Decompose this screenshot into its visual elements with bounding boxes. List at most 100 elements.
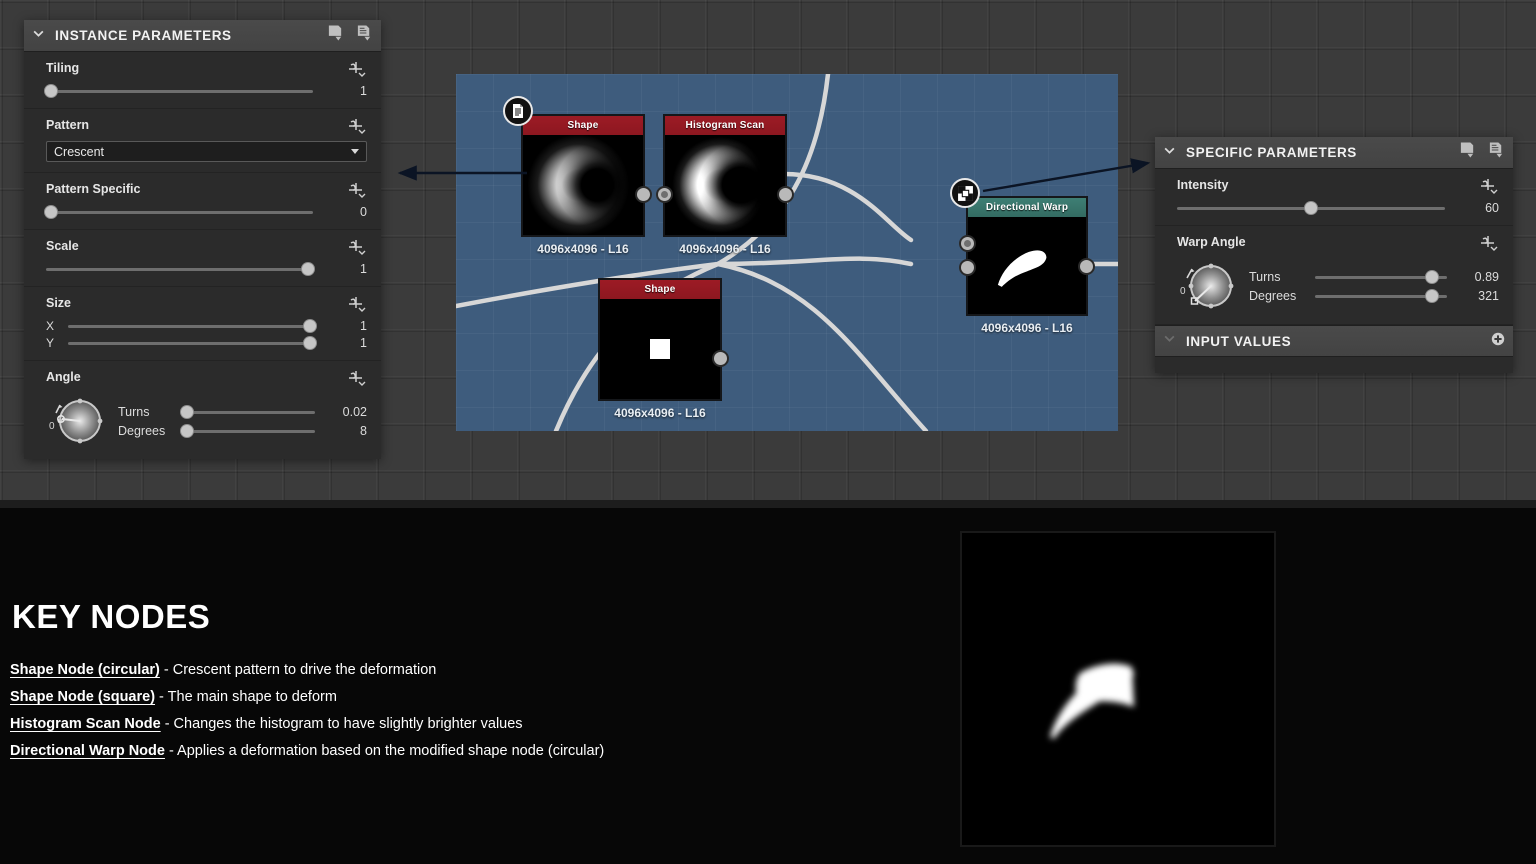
- node-directional-warp[interactable]: Directional Warp 4096x4096 - L16: [966, 196, 1088, 335]
- param-row-scale: Scale 1: [24, 230, 381, 287]
- param-row-tiling: Tiling 1: [24, 52, 381, 109]
- function-graph-icon[interactable]: [347, 181, 367, 206]
- warp-degrees-row: Degrees 321: [1249, 286, 1499, 305]
- param-row-size: Size X 1 Y 1: [24, 287, 381, 361]
- warp-angle-dial[interactable]: 0: [1177, 258, 1237, 314]
- param-row-pattern-specific: Pattern Specific 0: [24, 173, 381, 230]
- chevron-down-icon[interactable]: [351, 149, 359, 154]
- pattern-select[interactable]: Crescent: [46, 141, 367, 162]
- preset-load-icon[interactable]: [356, 24, 373, 47]
- chevron-down-icon[interactable]: [1163, 144, 1176, 162]
- page-title: KEY NODES: [12, 598, 210, 636]
- list-item: Shape Node (square) - The main shape to …: [10, 689, 890, 705]
- preset-load-icon[interactable]: [1488, 141, 1505, 164]
- plus-circle-icon[interactable]: [1491, 332, 1505, 351]
- function-graph-icon[interactable]: [347, 60, 367, 85]
- node-histogram-scan[interactable]: Histogram Scan 4096x4096 - L16: [663, 114, 787, 256]
- angle-degrees-value[interactable]: 8: [323, 424, 367, 438]
- warp-turns-value[interactable]: 0.89: [1455, 270, 1499, 284]
- input-values-title: INPUT VALUES: [1186, 334, 1491, 349]
- function-graph-icon[interactable]: [1479, 177, 1499, 202]
- size-y-slider[interactable]: [68, 336, 315, 350]
- node-caption: 4096x4096 - L16: [966, 321, 1088, 335]
- node-preview-thumbnail: [600, 299, 720, 399]
- angle-dial[interactable]: 0: [46, 393, 106, 449]
- list-item: Shape Node (circular) - Crescent pattern…: [10, 662, 890, 678]
- tiling-value[interactable]: 1: [323, 84, 367, 98]
- warp-degrees-label: Degrees: [1249, 289, 1307, 303]
- node-preview-thumbnail: [665, 135, 785, 235]
- size-x-slider[interactable]: [68, 319, 315, 333]
- key-node-desc: - Changes the histogram to have slightly…: [161, 716, 523, 732]
- node-input-port[interactable]: [656, 186, 673, 203]
- function-graph-icon[interactable]: [347, 117, 367, 142]
- preset-save-icon[interactable]: [1459, 141, 1476, 164]
- chevron-down-icon[interactable]: [32, 27, 45, 45]
- node-input-port-source[interactable]: [959, 259, 976, 276]
- angle-turns-value[interactable]: 0.02: [323, 405, 367, 419]
- specific-panel-header[interactable]: SPECIFIC PARAMETERS: [1155, 137, 1513, 169]
- size-x-row: X 1: [46, 319, 367, 333]
- param-label: Angle: [46, 370, 367, 384]
- size-y-value[interactable]: 1: [323, 336, 367, 350]
- checker-badge-icon[interactable]: [950, 178, 980, 208]
- angle-degrees-slider[interactable]: [184, 424, 315, 438]
- input-values-header[interactable]: INPUT VALUES: [1155, 325, 1513, 357]
- param-label: Scale: [46, 239, 367, 253]
- pattern-specific-slider[interactable]: [46, 205, 313, 219]
- pattern-specific-value[interactable]: 0: [323, 205, 367, 219]
- angle-turns-slider[interactable]: [184, 405, 315, 419]
- warp-degrees-value[interactable]: 321: [1455, 289, 1499, 303]
- size-x-value[interactable]: 1: [323, 319, 367, 333]
- node-output-port[interactable]: [1078, 258, 1095, 275]
- panel-title: SPECIFIC PARAMETERS: [1186, 145, 1459, 160]
- param-row-angle: Angle: [24, 361, 381, 459]
- angle-degrees-label: Degrees: [118, 424, 176, 438]
- intensity-slider[interactable]: [1177, 201, 1445, 215]
- warped-shape-result-preview: [960, 531, 1276, 847]
- tiling-slider[interactable]: [46, 84, 313, 98]
- param-row-intensity: Intensity 60: [1155, 169, 1513, 226]
- node-title: Histogram Scan: [665, 116, 785, 135]
- node-output-port[interactable]: [777, 186, 794, 203]
- warp-turns-slider[interactable]: [1315, 270, 1447, 284]
- document-badge-icon[interactable]: [503, 96, 533, 126]
- node-output-port[interactable]: [635, 186, 652, 203]
- size-y-label: Y: [46, 336, 60, 350]
- warp-turns-label: Turns: [1249, 270, 1307, 284]
- size-y-row: Y 1: [46, 336, 367, 350]
- function-graph-icon[interactable]: [1479, 234, 1499, 259]
- param-row-pattern: Pattern Crescent: [24, 109, 381, 173]
- instance-panel-header[interactable]: INSTANCE PARAMETERS: [24, 20, 381, 52]
- node-caption: 4096x4096 - L16: [521, 242, 645, 256]
- angle-dial-zero-label: 0: [49, 421, 55, 432]
- function-graph-icon[interactable]: [347, 238, 367, 263]
- node-input-port-warp[interactable]: [959, 235, 976, 252]
- param-row-warp-angle: Warp Angle: [1155, 226, 1513, 325]
- param-label: Size: [46, 296, 367, 310]
- scale-value[interactable]: 1: [323, 262, 367, 276]
- pattern-select-value: Crescent: [54, 145, 351, 159]
- node-title: Shape: [600, 280, 720, 299]
- key-nodes-section: KEY NODES Shape Node (circular) - Cresce…: [0, 508, 1536, 864]
- chevron-down-icon[interactable]: [1163, 332, 1176, 350]
- node-preview-thumbnail: [523, 135, 643, 235]
- intensity-value[interactable]: 60: [1455, 201, 1499, 215]
- key-node-desc: - Crescent pattern to drive the deformat…: [160, 662, 436, 678]
- node-shape-square[interactable]: Shape 4096x4096 - L16: [598, 278, 722, 420]
- angle-degrees-row: Degrees 8: [118, 421, 367, 440]
- param-label: Tiling: [46, 61, 367, 75]
- node-graph-canvas[interactable]: Shape 4096x4096 - L16 Histogram Scan 409…: [456, 74, 1118, 431]
- function-graph-icon[interactable]: [347, 369, 367, 394]
- panel-title: INSTANCE PARAMETERS: [55, 28, 327, 43]
- preset-save-icon[interactable]: [327, 24, 344, 47]
- scale-slider[interactable]: [46, 262, 313, 276]
- node-shape-circular[interactable]: Shape 4096x4096 - L16: [521, 114, 645, 256]
- function-graph-icon[interactable]: [347, 295, 367, 320]
- key-node-name: Shape Node (square): [10, 689, 155, 705]
- app-bottom-strip: [0, 500, 1536, 508]
- key-node-desc: - The main shape to deform: [155, 689, 337, 705]
- node-output-port[interactable]: [712, 350, 729, 367]
- warp-degrees-slider[interactable]: [1315, 289, 1447, 303]
- param-label: Pattern: [46, 118, 367, 132]
